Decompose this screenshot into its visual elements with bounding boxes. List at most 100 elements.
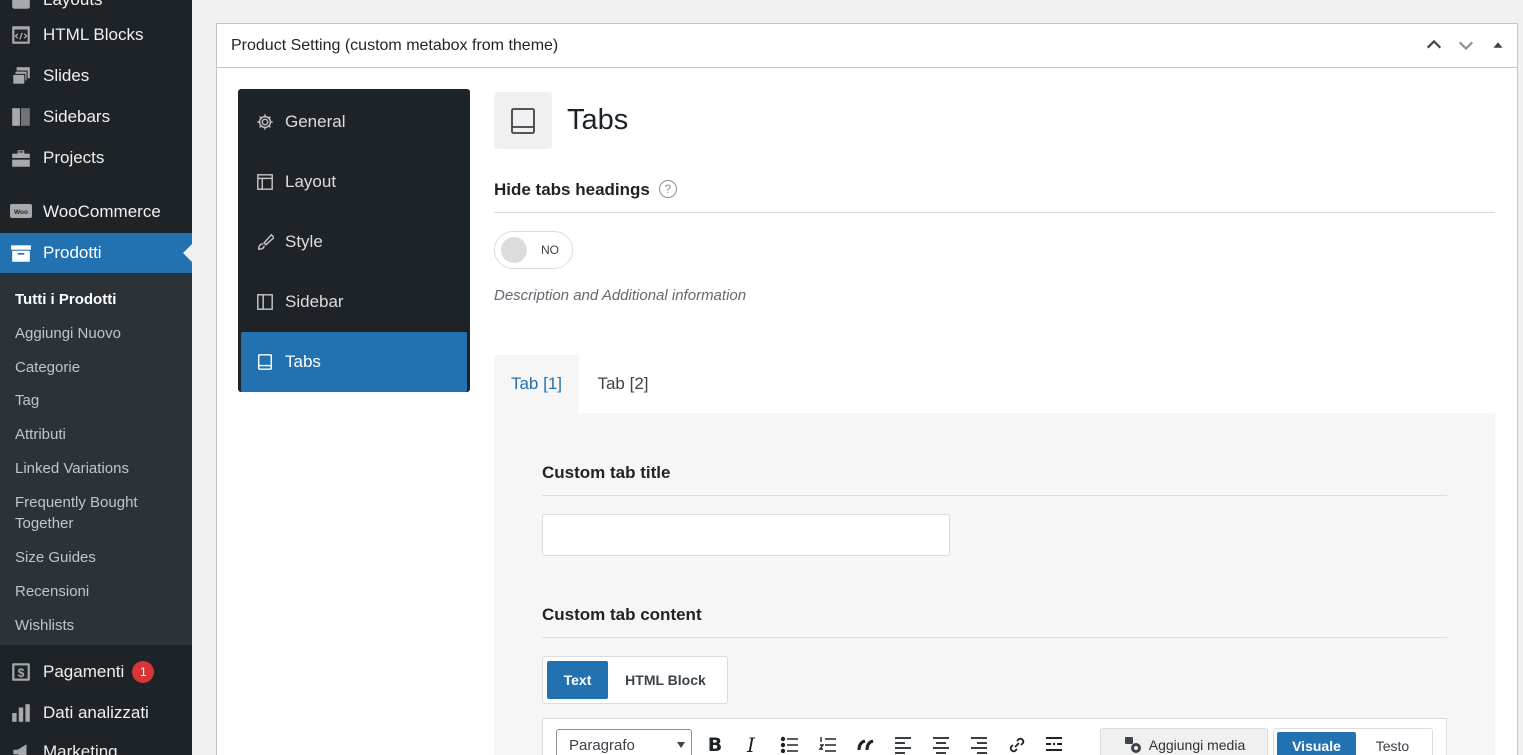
move-up-button[interactable] [1425,36,1443,54]
menu-item-label: Projects [43,148,105,167]
visual-mode-tab[interactable]: Visuale [1277,732,1356,755]
toggle-state-label: NO [541,243,559,257]
align-right-icon [971,737,987,754]
nav-item-label: Layout [285,172,337,191]
bold-icon: B [707,734,723,755]
menu-item-label: Pagamenti [43,662,125,681]
numbered-list-button[interactable] [816,733,840,755]
menu-item-marketing[interactable]: Marketing [0,733,192,755]
format-select[interactable]: Paragrafo [556,729,692,755]
submenu-item-linked-variations[interactable]: Linked Variations [15,458,185,479]
align-left-icon [895,737,911,754]
field-description: Description and Additional information [494,287,747,304]
tab-2[interactable]: Tab [2] [579,355,667,413]
nav-item-style[interactable]: Style [241,212,467,272]
menu-item-label: WooCommerce [43,202,161,221]
move-down-button[interactable] [1457,36,1475,54]
submenu-item-reviews[interactable]: Recensioni [15,581,185,602]
nav-item-label: Style [285,232,323,251]
content-type-html-block-button[interactable]: HTML Block [608,661,723,699]
format-select-value: Paragrafo [569,736,635,754]
add-media-button[interactable]: Aggiungi media [1100,728,1268,755]
menu-item-projects[interactable]: Projects [0,139,192,177]
nav-item-sidebar[interactable]: Sidebar [241,272,467,332]
layout-icon [10,0,32,11]
nav-item-general[interactable]: General [241,92,467,152]
submenu-item-tag[interactable]: Tag [15,390,185,411]
toolbar-toggle-button[interactable] [1042,733,1066,755]
metabox-title: Product Setting (custom metabox from the… [231,36,559,54]
toggle-knob [501,237,527,263]
panel-header: Tabs [494,92,628,149]
menu-item-label: Sidebars [43,107,111,126]
menu-item-html-blocks[interactable]: HTML Blocks [0,16,192,54]
align-left-button[interactable] [891,733,915,755]
brush-icon [255,232,275,252]
chevron-down-icon [677,742,685,748]
sidebar-icon [255,292,275,312]
italic-icon: I [747,733,755,755]
content-type-switcher: Text HTML Block [542,656,728,704]
editor-mode-switcher: Visuale Testo [1273,728,1433,755]
megaphone-icon [10,741,32,755]
nav-item-label: Sidebar [285,292,344,311]
menu-item-sidebars[interactable]: Sidebars [0,98,192,136]
insert-link-button[interactable] [1005,733,1029,755]
metabox-controls [1425,36,1507,54]
italic-button[interactable]: I [739,733,763,755]
menu-item-woocommerce[interactable]: Woo WooCommerce [0,193,192,231]
numbered-list-icon [818,737,836,752]
payments-icon: $ [10,661,32,683]
menu-item-prodotti[interactable]: Prodotti [0,233,192,273]
bullet-list-button[interactable] [778,733,802,755]
tabs-icon [494,92,552,149]
tab-1[interactable]: Tab [1] [494,355,579,413]
custom-tab-title-input[interactable] [542,514,950,556]
nav-item-layout[interactable]: Layout [241,152,467,212]
chevron-down-icon [1458,41,1474,51]
menu-item-label: Slides [43,66,90,85]
menu-item-label: Prodotti [43,243,102,262]
menu-item-label: Layouts [43,0,103,10]
align-center-icon [933,737,949,754]
metabox-header: Product Setting (custom metabox from the… [217,24,1517,68]
align-center-button[interactable] [929,733,953,755]
nav-item-label: General [285,112,346,131]
layout-icon [255,172,275,192]
slides-icon [10,65,32,87]
align-right-button[interactable] [967,733,991,755]
bold-button[interactable]: B [703,733,727,755]
submenu-item-wishlists[interactable]: Wishlists [15,615,185,636]
sidebar-icon [10,106,32,128]
help-icon[interactable]: ? [658,180,677,198]
menu-item-dati-analizzati[interactable]: Dati analizzati [0,694,192,732]
divider [542,637,1447,638]
divider [494,212,1495,213]
svg-text:Woo: Woo [14,209,28,216]
submenu-item-add-new[interactable]: Aggiungi Nuovo [15,323,185,344]
nav-item-tabs[interactable]: Tabs [241,332,467,392]
hide-tabs-toggle[interactable]: NO [494,231,573,269]
toolbar-toggle-icon [1046,737,1062,751]
triangle-up-icon [1493,42,1503,48]
add-media-label: Aggiungi media [1148,737,1246,753]
submenu-item-categories[interactable]: Categorie [15,357,185,378]
custom-tab-title-label: Custom tab title [542,463,671,482]
link-icon [1009,737,1025,753]
submenu-item-attributes[interactable]: Attributi [15,424,185,445]
text-mode-tab[interactable]: Testo [1356,732,1429,755]
woo-icon: Woo [10,201,32,223]
menu-item-pagamenti[interactable]: $ Pagamenti 1 [0,653,192,691]
panel-title: Tabs [567,104,629,136]
custom-tab-content-label: Custom tab content [542,605,702,624]
analytics-icon [10,702,32,724]
submenu-item-all-products[interactable]: Tutti i Prodotti [15,289,185,310]
menu-item-slides[interactable]: Slides [0,57,192,95]
content-type-text-button[interactable]: Text [547,661,608,699]
collapse-toggle-button[interactable] [1489,36,1507,54]
submenu-item-size-guides[interactable]: Size Guides [15,547,185,568]
nav-item-label: Tabs [285,352,321,371]
blockquote-button[interactable] [854,733,878,755]
media-icon [1124,737,1141,753]
submenu-item-frequently-bought-together[interactable]: Frequently Bought Together [15,492,185,534]
